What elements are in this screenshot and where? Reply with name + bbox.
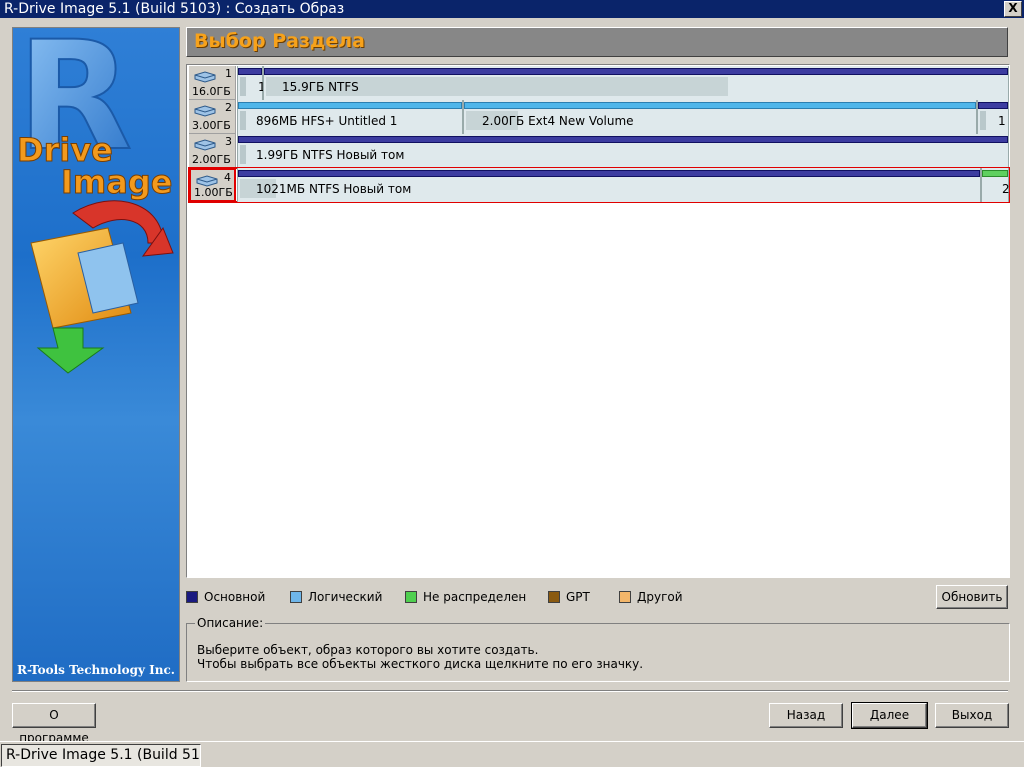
- disk-icon-button-1[interactable]: 1 16.0ГБ: [189, 66, 236, 100]
- partition-label: 2: [1002, 182, 1010, 196]
- partition-segment[interactable]: 2.00ГБ Ext4 New Volume: [463, 100, 977, 134]
- legend-label: GPT: [566, 590, 590, 604]
- exit-button[interactable]: Выход: [935, 703, 1009, 728]
- disk-row-3[interactable]: 3 2.00ГБ 1.99ГБ NTFS Новый том: [189, 134, 1009, 168]
- window-titlebar: R-Drive Image 5.1 (Build 5103) : Создать…: [0, 0, 1024, 18]
- partition-type-bar: [238, 170, 980, 177]
- partition-label: 1021МБ NTFS Новый том: [256, 182, 412, 196]
- disk-number: 2: [225, 101, 232, 114]
- footer-separator: [12, 690, 1008, 692]
- page-header: Выбор Раздела: [186, 27, 1008, 57]
- partition-segment[interactable]: 896МБ HFS+ Untitled 1: [237, 100, 463, 134]
- legend-label: Другой: [637, 590, 683, 604]
- partition-segment[interactable]: 1021МБ NTFS Новый том: [237, 168, 981, 202]
- taskbar: R-Drive Image 5.1 (Build 51...: [0, 741, 1024, 767]
- legend-swatch: [290, 591, 302, 603]
- partition-type-bar: [982, 170, 1008, 177]
- legend-swatch: [186, 591, 198, 603]
- disk-row-1[interactable]: 1 16.0ГБ 1 15.9ГБ NTFS: [189, 66, 1009, 100]
- disk-size: 16.0ГБ: [192, 85, 231, 98]
- disk-icon-button-2[interactable]: 2 3.00ГБ: [189, 100, 236, 134]
- legend-label: Не распределен: [423, 590, 527, 604]
- close-button[interactable]: X: [1004, 1, 1022, 17]
- legend-item-unallocated: Не распределен: [405, 590, 526, 604]
- about-button[interactable]: О программе: [12, 703, 96, 745]
- taskbar-app-button[interactable]: R-Drive Image 5.1 (Build 51...: [1, 744, 201, 767]
- hard-drive-icon: [194, 71, 216, 83]
- description-line-1: Выберите объект, образ которого вы хотит…: [197, 643, 539, 657]
- partition-label: 15.9ГБ NTFS: [282, 80, 359, 94]
- partition-label: 1: [998, 114, 1006, 128]
- partition-type-bar: [238, 136, 1008, 143]
- disk-size: 2.00ГБ: [192, 153, 231, 166]
- disk-size: 1.00ГБ: [194, 186, 233, 199]
- company-name: R-Tools Technology Inc.: [17, 663, 175, 677]
- description-group: Описание: Выберите объект, образ которог…: [186, 616, 1010, 682]
- partition-list[interactable]: 1 16.0ГБ 1 15.9ГБ NTFS 2 3.00ГБ 896МБ HF…: [186, 64, 1010, 578]
- product-banner: R Drive Image R-Tools Technology Inc.: [12, 27, 180, 682]
- disk-icon-button-4[interactable]: 4 1.00ГБ: [189, 168, 236, 202]
- legend-item-primary: Основной: [186, 590, 265, 604]
- partition-type-bar: [264, 68, 1008, 75]
- disk-row-2[interactable]: 2 3.00ГБ 896МБ HFS+ Untitled 1 2.00ГБ Ex…: [189, 100, 1009, 134]
- partition-used-bar: [240, 111, 246, 130]
- disk-icon-button-3[interactable]: 3 2.00ГБ: [189, 134, 236, 168]
- partition-used-bar: [240, 145, 246, 164]
- disk-number: 3: [225, 135, 232, 148]
- legend-label: Основной: [204, 590, 266, 604]
- window-title: R-Drive Image 5.1 (Build 5103) : Создать…: [4, 1, 345, 17]
- legend-item-logical: Логический: [290, 590, 382, 604]
- disk-row-4[interactable]: 4 1.00ГБ 1021МБ NTFS Новый том 2: [188, 167, 1010, 203]
- hard-drive-icon: [194, 105, 216, 117]
- description-line-2: Чтобы выбрать все объекты жесткого диска…: [197, 657, 644, 671]
- r-drive-logo: R Drive Image: [16, 28, 174, 374]
- back-button[interactable]: Назад: [769, 703, 843, 728]
- partition-segment[interactable]: 1: [237, 66, 266, 100]
- description-title: Описание:: [195, 616, 266, 630]
- partition-type-bar: [238, 68, 262, 75]
- partition-label: 896МБ HFS+ Untitled 1: [256, 114, 398, 128]
- legend-swatch: [405, 591, 417, 603]
- logo-word-image: Image: [61, 163, 172, 201]
- page-title: Выбор Раздела: [194, 30, 365, 52]
- partition-used-bar: [980, 111, 986, 130]
- legend-swatch: [548, 591, 560, 603]
- partition-label: 2.00ГБ Ext4 New Volume: [482, 114, 634, 128]
- partition-type-bar: [978, 102, 1008, 109]
- next-button[interactable]: Далее: [851, 702, 928, 729]
- partition-type-bar: [238, 102, 462, 109]
- partition-segment[interactable]: 15.9ГБ NTFS: [263, 66, 1009, 100]
- legend-item-gpt: GPT: [548, 590, 590, 604]
- partition-used-bar: [240, 77, 246, 96]
- disk-number: 1: [225, 67, 232, 80]
- partition-segment[interactable]: 2: [981, 168, 1010, 202]
- disk-number: 4: [224, 171, 231, 184]
- partition-type-bar: [464, 102, 976, 109]
- partition-segment[interactable]: 1.99ГБ NTFS Новый том: [237, 134, 1009, 168]
- hard-drive-icon: [194, 139, 216, 151]
- refresh-button[interactable]: Обновить: [936, 585, 1008, 609]
- disk-size: 3.00ГБ: [192, 119, 231, 132]
- legend-item-other: Другой: [619, 590, 683, 604]
- legend-swatch: [619, 591, 631, 603]
- legend-label: Логический: [308, 590, 383, 604]
- partition-label: 1.99ГБ NTFS Новый том: [256, 148, 405, 162]
- partition-segment[interactable]: 1: [977, 100, 1009, 134]
